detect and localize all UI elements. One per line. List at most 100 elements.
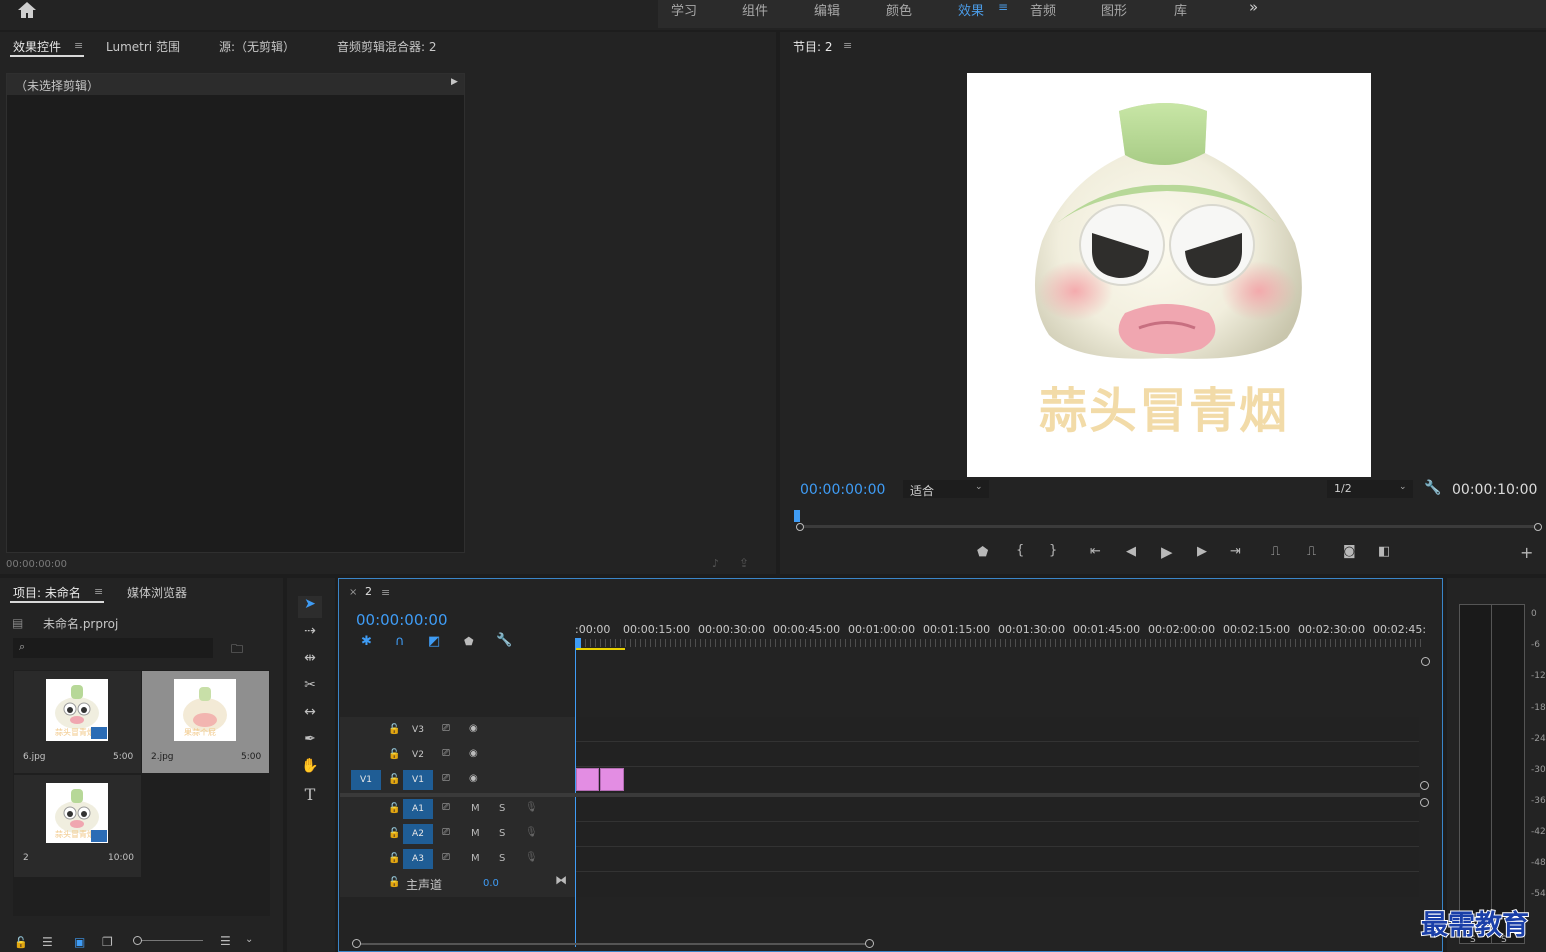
track-select-tool-icon[interactable]: ⇢ [298, 623, 322, 645]
go-to-out-icon[interactable]: ⇥ [1230, 544, 1241, 559]
audio-scroll-handle[interactable] [1420, 798, 1429, 807]
workspace-color[interactable]: 颜色 [886, 0, 912, 19]
new-bin-icon[interactable]: 🗀 [231, 640, 243, 661]
sync-lock-icon[interactable]: ⎚ [442, 802, 450, 813]
timeline-horizontal-scrollbar[interactable] [357, 943, 872, 945]
play-only-audio-icon[interactable]: ▶ [451, 77, 458, 87]
program-playhead[interactable] [794, 510, 800, 522]
freeform-view-icon[interactable]: ❐ [102, 935, 113, 949]
workspace-graphics[interactable]: 图形 [1101, 0, 1127, 19]
ripple-edit-tool-icon[interactable]: ⇹ [298, 650, 322, 672]
mark-out-icon[interactable]: } [1049, 543, 1057, 558]
step-back-icon[interactable]: ◀ [1126, 544, 1136, 559]
project-menu-icon[interactable]: ≡ [94, 585, 103, 598]
sequence-tab[interactable]: 2 [365, 585, 372, 598]
sync-lock-icon[interactable]: ⎚ [442, 827, 450, 838]
go-to-in-out-icon[interactable]: ⧓ [555, 873, 567, 887]
track-lock-icon[interactable]: 🔓 [388, 774, 400, 785]
workspace-assembly[interactable]: 组件 [742, 0, 768, 19]
go-to-in-icon[interactable]: ⇤ [1090, 544, 1101, 559]
workspace-libraries[interactable]: 库 [1174, 0, 1187, 19]
track-lock-icon[interactable]: 🔓 [388, 877, 400, 888]
track-lock-icon[interactable]: 🔓 [388, 749, 400, 760]
track-lock-icon[interactable]: 🔓 [388, 803, 400, 814]
extract-icon[interactable]: ⎍ [1307, 544, 1316, 559]
chevron-down-icon[interactable]: ⌄ [245, 934, 253, 945]
workspace-menu-icon[interactable]: ≡ [998, 0, 1008, 14]
export-icon[interactable]: ⇪ [739, 556, 749, 570]
tab-media-browser[interactable]: 媒体浏览器 [127, 584, 187, 601]
mute-button[interactable]: M [471, 803, 480, 814]
lift-icon[interactable]: ⎍ [1271, 544, 1280, 559]
video-scroll-handle[interactable] [1420, 781, 1429, 790]
zoom-slider[interactable] [133, 940, 203, 941]
timeline-ruler[interactable]: :00:00 00:00:15:00 00:00:30:00 00:00:45:… [575, 621, 1426, 651]
track-lock-icon[interactable]: 🔓 [388, 853, 400, 864]
program-preview[interactable]: 蒜头冒青烟 [967, 73, 1371, 477]
type-tool-icon[interactable]: T [298, 785, 322, 807]
workspace-editing[interactable]: 编辑 [814, 0, 840, 19]
tab-audio-clip-mixer[interactable]: 音频剪辑混合器: 2 [337, 38, 437, 55]
eye-icon[interactable]: ◉ [469, 773, 478, 784]
microphone-icon[interactable]: 🎙 [525, 852, 538, 863]
track-target-a2[interactable]: A2 [403, 824, 433, 844]
nest-icon[interactable]: ✱ [361, 634, 372, 649]
add-button-icon[interactable]: + [1520, 543, 1533, 562]
workspace-audio[interactable]: 音频 [1030, 0, 1056, 19]
solo-button[interactable]: S [499, 803, 505, 814]
tab-effect-controls[interactable]: 效果控件 [13, 38, 61, 55]
effect-controls-timecode[interactable]: 00:00:00:00 [6, 559, 67, 570]
video-clip[interactable] [600, 768, 624, 791]
pen-tool-icon[interactable]: ✒ [298, 731, 322, 753]
master-volume-value[interactable]: 0.0 [483, 878, 499, 889]
sync-lock-icon[interactable]: ⎚ [442, 773, 450, 784]
mute-button[interactable]: M [471, 828, 480, 839]
more-workspaces-icon[interactable]: » [1249, 0, 1258, 16]
mute-button[interactable]: M [471, 853, 480, 864]
timeline-menu-icon[interactable]: ≡ [381, 586, 390, 599]
camera-icon[interactable]: ◙ [1343, 544, 1356, 559]
tab-source[interactable]: 源:（无剪辑） [219, 38, 295, 55]
sync-lock-icon[interactable]: ⎚ [442, 748, 450, 759]
tab-lumetri-scopes[interactable]: Lumetri 范围 [106, 38, 180, 55]
timeline-timecode[interactable]: 00:00:00:00 [356, 611, 448, 629]
work-area-bar[interactable] [575, 648, 625, 650]
program-playhead-timecode[interactable]: 00:00:00:00 [800, 482, 885, 498]
track-target-a3[interactable]: A3 [403, 849, 433, 869]
track-target-v1[interactable]: V1 [403, 770, 433, 790]
filter-icon[interactable]: ♪ [712, 557, 719, 570]
add-marker-icon[interactable]: ⬟ [464, 635, 474, 648]
vertical-scroll-handle[interactable] [1421, 657, 1430, 666]
project-search-input[interactable]: ⌕ [13, 638, 213, 658]
sync-lock-icon[interactable]: ⎚ [442, 723, 450, 734]
project-item-selected[interactable]: 果蒜个屁 2.jpg 5:00 [142, 671, 269, 773]
source-patch-v1[interactable]: V1 [351, 770, 381, 790]
home-icon[interactable] [16, 1, 38, 19]
lock-icon[interactable]: 🔓 [14, 936, 28, 949]
timeline-settings-icon[interactable]: 🔧 [496, 633, 512, 648]
zoom-slider-handle[interactable] [133, 936, 142, 945]
mark-in-icon[interactable]: { [1016, 543, 1024, 558]
track-lock-icon[interactable]: 🔓 [388, 828, 400, 839]
track-target-v3[interactable]: V3 [403, 720, 433, 740]
resolution-select[interactable]: 1/2 ⌄ [1327, 480, 1413, 498]
linked-selection-icon[interactable]: ◩ [428, 634, 440, 649]
microphone-icon[interactable]: 🎙 [525, 827, 538, 838]
workspace-effects[interactable]: 效果 [958, 0, 984, 19]
microphone-icon[interactable]: 🎙 [525, 802, 538, 813]
project-item[interactable]: 蒜头冒青烟 6.jpg 5:00 [14, 671, 141, 773]
track-target-a1[interactable]: A1 [403, 799, 433, 819]
eye-icon[interactable]: ◉ [469, 748, 478, 759]
list-view-icon[interactable]: ☰ [42, 935, 53, 949]
program-time-ruler[interactable] [794, 510, 1542, 534]
program-title[interactable]: 节目: 2 [793, 38, 833, 55]
eye-icon[interactable]: ◉ [469, 723, 478, 734]
add-marker-icon[interactable]: ⬟ [977, 545, 988, 560]
solo-button[interactable]: S [499, 828, 505, 839]
snap-icon[interactable]: ∩ [395, 634, 405, 649]
tab-project[interactable]: 项目: 未命名 [13, 584, 81, 601]
razor-tool-icon[interactable]: ✂ [298, 677, 322, 699]
video-clip[interactable] [576, 768, 599, 791]
hand-tool-icon[interactable]: ✋ [298, 758, 322, 780]
slip-tool-icon[interactable]: ↔ [298, 704, 322, 726]
